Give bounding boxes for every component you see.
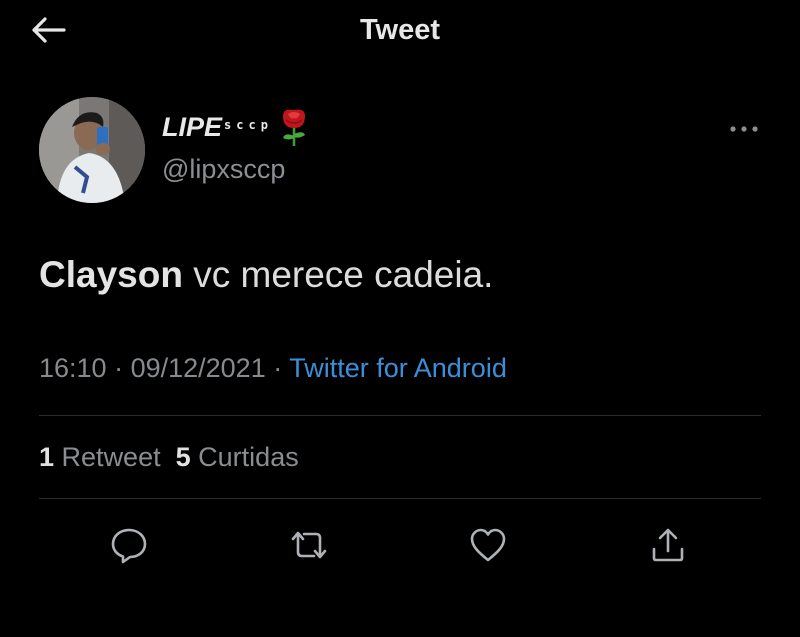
share-button[interactable] bbox=[645, 522, 691, 568]
divider bbox=[39, 415, 761, 416]
tweet-source-link[interactable]: Twitter for Android bbox=[289, 353, 507, 383]
avatar[interactable] bbox=[39, 97, 145, 203]
tweet-body: vc merece cadeia. bbox=[182, 254, 494, 295]
reply-icon bbox=[111, 528, 147, 564]
retweets-label: Retweet bbox=[61, 442, 161, 472]
tweet-stats: 1 Retweet 5 Curtidas bbox=[39, 442, 299, 473]
tweet-meta: 16:10 · 09/12/2021 · Twitter for Android bbox=[39, 353, 507, 384]
author-handle[interactable]: @lipxsccp bbox=[162, 154, 285, 185]
reply-button[interactable] bbox=[106, 522, 152, 568]
likes-count: 5 bbox=[175, 442, 191, 472]
author-name: LIPE bbox=[162, 112, 223, 142]
likes-label: Curtidas bbox=[198, 442, 299, 472]
retweets-stat[interactable]: 1 Retweet bbox=[39, 442, 161, 472]
retweet-icon bbox=[291, 531, 327, 559]
share-icon bbox=[652, 528, 684, 562]
retweet-button[interactable] bbox=[286, 522, 332, 568]
rose-icon bbox=[277, 108, 311, 155]
more-options-button[interactable] bbox=[726, 118, 762, 140]
meta-separator: · bbox=[265, 353, 290, 383]
tweet-date: 09/12/2021 bbox=[130, 353, 266, 383]
like-button[interactable] bbox=[465, 522, 511, 568]
divider bbox=[39, 498, 761, 499]
tweet-time: 16:10 bbox=[39, 353, 107, 383]
meta-separator: · bbox=[106, 353, 131, 383]
author-name-superscript: sccp bbox=[224, 118, 273, 132]
tweet-text: Clayson vc merece cadeia. bbox=[39, 254, 493, 296]
more-horizontal-icon bbox=[730, 126, 758, 132]
heart-icon bbox=[470, 528, 506, 562]
retweets-count: 1 bbox=[39, 442, 55, 472]
likes-stat[interactable]: 5 Curtidas bbox=[176, 442, 299, 472]
page-title: Tweet bbox=[359, 14, 441, 46]
top-bar: Tweet bbox=[0, 0, 800, 62]
author-display-name[interactable]: LIPE sccp bbox=[162, 109, 311, 155]
tweet-mention[interactable]: Clayson bbox=[39, 254, 183, 295]
